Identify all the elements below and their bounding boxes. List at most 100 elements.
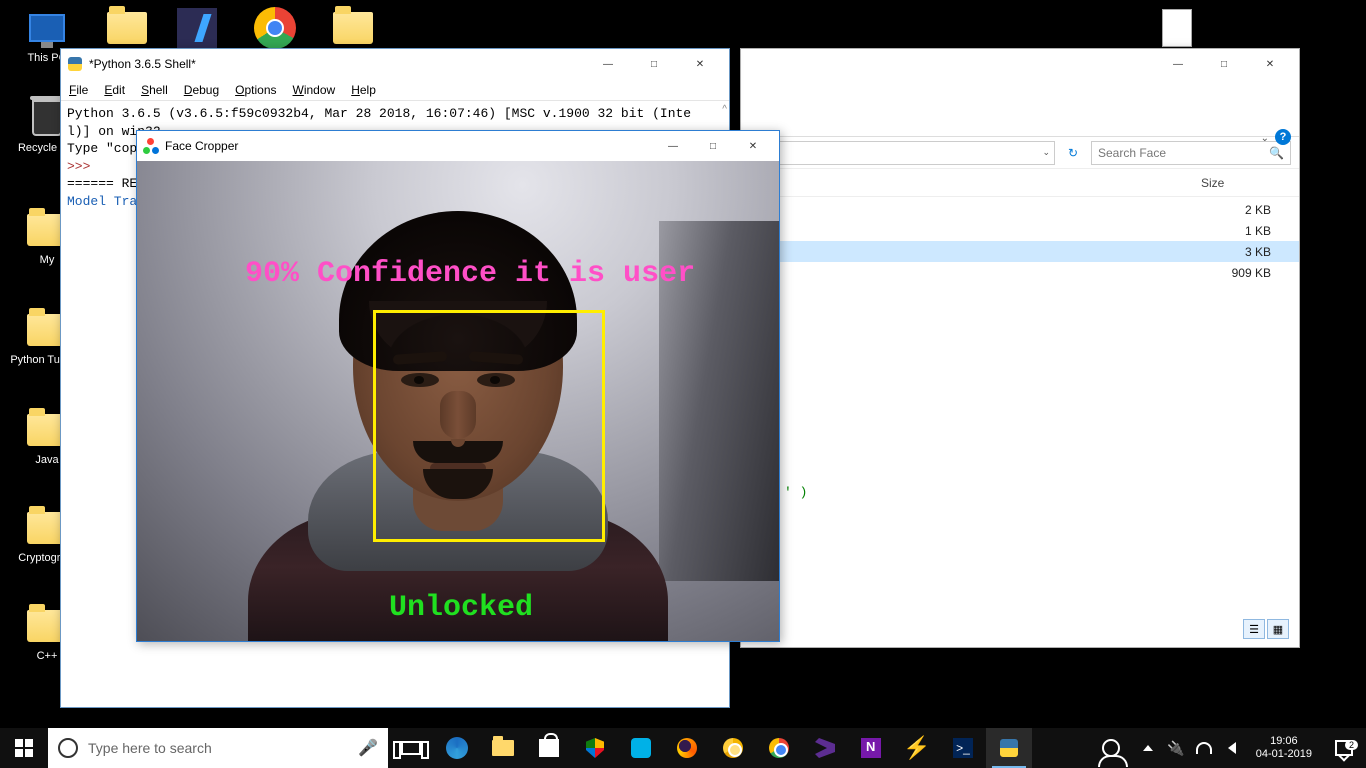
address-bar[interactable]: ⌄ — [749, 141, 1055, 165]
tray-volume[interactable] — [1218, 728, 1246, 768]
taskbar-app-powershell[interactable]: >_ — [940, 728, 986, 768]
people-button[interactable] — [1088, 739, 1134, 757]
microphone-icon[interactable]: 🎤 — [348, 738, 388, 758]
maximize-button[interactable]: □ — [693, 131, 733, 161]
idle-icon — [998, 737, 1020, 759]
edge-icon — [446, 737, 468, 759]
menu-debug[interactable]: Debug — [184, 83, 219, 97]
confidence-label: 90% Confidence it is user — [245, 257, 695, 291]
store-icon — [539, 739, 559, 757]
clock-time: 19:06 — [1256, 735, 1312, 748]
idle-title: *Python 3.6.5 Shell* — [89, 57, 585, 71]
close-button[interactable]: ✕ — [733, 131, 773, 161]
view-details-button[interactable]: ☰ — [1243, 619, 1265, 639]
vscode-icon — [177, 8, 217, 48]
explorer-body: 2 KB 1 KB 3 KB 909 KB — [741, 197, 1299, 577]
search-placeholder: Search Face — [1098, 146, 1166, 160]
file-explorer-window: — □ ✕ ⌄ ? ⌄ ↻ Search Face 🔍 Size 2 KB 1 … — [740, 48, 1300, 648]
firefox-icon — [677, 738, 697, 758]
chevron-up-icon — [1143, 745, 1153, 751]
file-row[interactable]: 3 KB — [741, 241, 1299, 262]
taskbar-app-thunder[interactable]: ⚡ — [894, 728, 940, 768]
taskbar-app-idle[interactable] — [986, 728, 1032, 768]
menu-edit[interactable]: Edit — [104, 83, 125, 97]
refresh-button[interactable]: ↻ — [1061, 141, 1085, 165]
onenote-icon — [861, 738, 881, 758]
console-prompt: >>> — [67, 159, 90, 174]
taskbar-search[interactable]: Type here to search 🎤 — [48, 728, 388, 768]
explorer-search-input[interactable]: Search Face 🔍 — [1091, 141, 1291, 165]
help-icon[interactable]: ? — [1275, 129, 1291, 145]
tray-battery[interactable]: 🔌 — [1162, 728, 1190, 768]
taskbar-app-file-explorer[interactable] — [480, 728, 526, 768]
chrome-canary-icon — [723, 738, 743, 758]
taskbar-app-photoshop[interactable] — [618, 728, 664, 768]
taskbar-apps: ⚡ >_ — [434, 728, 1032, 768]
cortana-icon — [48, 728, 88, 768]
taskbar-app-chrome-canary[interactable] — [710, 728, 756, 768]
taskbar-app-security[interactable] — [572, 728, 618, 768]
address-dropdown-icon[interactable]: ⌄ — [1042, 147, 1050, 158]
folder-icon — [492, 740, 514, 756]
clock-date: 04-01-2019 — [1256, 748, 1312, 761]
taskbar-app-onenote[interactable] — [848, 728, 894, 768]
desktop-icon-folder-top[interactable] — [90, 8, 164, 52]
maximize-button[interactable]: □ — [1201, 49, 1247, 79]
menu-window[interactable]: Window — [293, 83, 336, 97]
explorer-ribbon — [741, 79, 1299, 137]
maximize-button[interactable]: □ — [631, 49, 677, 79]
file-row[interactable]: 1 KB — [741, 220, 1299, 241]
desktop-icon-chrome[interactable] — [238, 8, 312, 52]
taskbar-app-store[interactable] — [526, 728, 572, 768]
facecropper-title: Face Cropper — [165, 139, 653, 153]
taskbar-clock[interactable]: 19:06 04-01-2019 — [1246, 735, 1322, 761]
file-row[interactable]: 909 KB — [741, 262, 1299, 283]
tray-overflow[interactable] — [1134, 728, 1162, 768]
taskbar-app-firefox[interactable] — [664, 728, 710, 768]
ribbon-collapse-icon[interactable]: ⌄ — [1261, 133, 1269, 144]
folder-icon — [333, 12, 373, 44]
chrome-icon — [769, 738, 789, 758]
menu-shell[interactable]: Shell — [141, 83, 168, 97]
background-code-fragment: ' ) — [784, 485, 807, 500]
tray-wifi[interactable] — [1190, 728, 1218, 768]
taskbar-app-edge[interactable] — [434, 728, 480, 768]
explorer-column-headers[interactable]: Size — [741, 169, 1299, 197]
idle-menubar: File Edit Shell Debug Options Window Hel… — [61, 79, 729, 101]
view-icons-button[interactable]: ▦ — [1267, 619, 1289, 639]
action-center-button[interactable]: 2 — [1322, 740, 1366, 756]
minimize-button[interactable]: — — [653, 131, 693, 161]
desktop-icon-vscode[interactable] — [160, 8, 234, 52]
camera-feed: 90% Confidence it is user Unlocked — [137, 161, 779, 641]
menu-file[interactable]: File — [69, 83, 88, 97]
file-list: 2 KB 1 KB 3 KB 909 KB — [741, 197, 1299, 285]
desktop-icon-textfile[interactable] — [1140, 8, 1214, 52]
scroll-up-icon[interactable]: ^ — [722, 103, 727, 117]
menu-help[interactable]: Help — [351, 83, 376, 97]
taskbar-app-chrome[interactable] — [756, 728, 802, 768]
column-size[interactable]: Size — [1201, 176, 1291, 190]
close-button[interactable]: ✕ — [1247, 49, 1293, 79]
notification-count: 2 — [1345, 740, 1358, 750]
explorer-view-switcher: ☰ ▦ — [1243, 619, 1289, 639]
system-tray: 🔌 19:06 04-01-2019 2 — [1088, 728, 1366, 768]
file-row[interactable]: 2 KB — [741, 199, 1299, 220]
task-view-button[interactable] — [388, 741, 434, 755]
close-button[interactable]: ✕ — [677, 49, 723, 79]
wifi-icon — [1196, 742, 1212, 754]
face-bounding-box — [373, 310, 605, 542]
start-button[interactable] — [0, 728, 48, 768]
taskbar-app-visual-studio[interactable] — [802, 728, 848, 768]
minimize-button[interactable]: — — [585, 49, 631, 79]
pc-icon — [29, 14, 65, 42]
text-file-icon — [1162, 9, 1192, 47]
minimize-button[interactable]: — — [1155, 49, 1201, 79]
desktop-icon-folder-2[interactable] — [316, 8, 390, 52]
facecropper-titlebar[interactable]: Face Cropper — □ ✕ — [137, 131, 779, 161]
explorer-titlebar[interactable]: — □ ✕ — [741, 49, 1299, 79]
menu-options[interactable]: Options — [235, 83, 276, 97]
volume-icon — [1228, 742, 1236, 754]
search-icon: 🔍 — [1269, 146, 1284, 160]
powershell-icon: >_ — [953, 738, 973, 758]
idle-titlebar[interactable]: *Python 3.6.5 Shell* — □ ✕ — [61, 49, 729, 79]
